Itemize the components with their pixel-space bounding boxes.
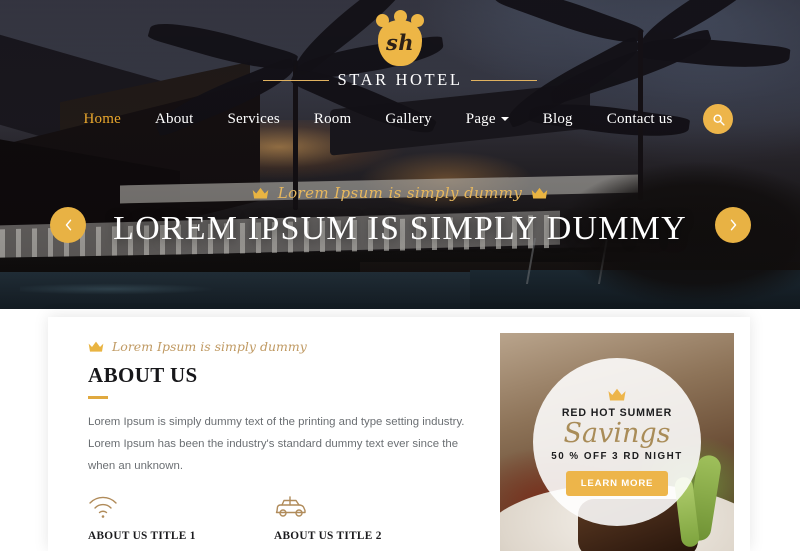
logo-monogram: sh bbox=[385, 30, 415, 55]
chevron-right-icon bbox=[730, 219, 736, 231]
about-body-text: Lorem Ipsum is simply dummy text of the … bbox=[88, 415, 465, 472]
chevron-down-icon bbox=[500, 117, 509, 122]
nav-item-gallery[interactable]: Gallery bbox=[368, 111, 448, 128]
feature-label-2: ABOUT US TITLE 2 bbox=[274, 530, 382, 543]
nav-item-about[interactable]: About bbox=[138, 111, 211, 128]
chevron-left-icon bbox=[65, 219, 71, 231]
promo-offer-text: 50 % OFF 3 RD NIGHT bbox=[551, 451, 683, 463]
search-button[interactable] bbox=[703, 104, 734, 134]
brand-rule-right bbox=[470, 79, 537, 81]
feature-item-2: ABOUT US TITLE 2 bbox=[274, 490, 460, 542]
hero-title: LOREM IPSUM IS SIMPLY DUMMY bbox=[113, 210, 687, 247]
crown-crest-logo-icon: sh bbox=[374, 10, 426, 68]
hero-subtitle-row: Lorem Ipsum is simply dummy bbox=[0, 184, 800, 202]
car-icon bbox=[274, 490, 308, 524]
crown-icon bbox=[531, 187, 548, 198]
nav-item-services[interactable]: Services bbox=[210, 111, 296, 128]
brand-rule-left bbox=[263, 79, 330, 81]
hero-caption: Lorem Ipsum is simply dummy LOREM IPSUM … bbox=[0, 184, 800, 248]
slider-prev-button[interactable] bbox=[50, 207, 86, 243]
about-heading: ABOUT US bbox=[88, 363, 198, 387]
learn-more-button[interactable]: LEARN MORE bbox=[565, 471, 669, 497]
promo-script-title: Savings bbox=[563, 417, 671, 449]
about-us-content: Lorem Ipsum is simply dummy ABOUT US Lor… bbox=[48, 317, 500, 551]
nav-item-home[interactable]: Home bbox=[67, 111, 138, 128]
about-feature-grid: ABOUT US TITLE 1 ABOUT US TITLE 2 bbox=[88, 490, 500, 551]
crown-icon bbox=[252, 187, 269, 198]
crown-icon bbox=[608, 388, 626, 401]
about-heading-underline bbox=[88, 396, 108, 399]
feature-label-1: ABOUT US TITLE 1 bbox=[88, 530, 196, 543]
slider-next-button[interactable] bbox=[715, 207, 751, 243]
search-icon bbox=[713, 113, 725, 126]
promo-circle: RED HOT SUMMER Savings 50 % OFF 3 RD NIG… bbox=[533, 358, 701, 526]
hero-subtitle: Lorem Ipsum is simply dummy bbox=[277, 184, 523, 202]
nav-item-room[interactable]: Room bbox=[297, 111, 368, 128]
crown-icon bbox=[88, 341, 104, 352]
nav-item-page[interactable]: Page bbox=[449, 111, 526, 128]
nav-item-contact-us[interactable]: Contact us bbox=[590, 111, 690, 128]
feature-item-1: ABOUT US TITLE 1 bbox=[88, 490, 274, 542]
promo-banner[interactable]: RED HOT SUMMER Savings 50 % OFF 3 RD NIG… bbox=[500, 333, 734, 551]
hotel-homepage: sh STAR HOTEL Home About Services Room G… bbox=[0, 0, 800, 551]
about-us-card: Lorem Ipsum is simply dummy ABOUT US Lor… bbox=[48, 317, 750, 551]
brand-name: STAR HOTEL bbox=[337, 70, 463, 89]
nav-item-page-label: Page bbox=[465, 110, 496, 127]
wifi-icon bbox=[88, 490, 118, 524]
about-eyebrow-row: Lorem Ipsum is simply dummy bbox=[88, 339, 500, 354]
brand-name-row: STAR HOTEL bbox=[263, 70, 537, 90]
nav-item-blog[interactable]: Blog bbox=[526, 111, 590, 128]
site-logo[interactable]: sh STAR HOTEL bbox=[0, 10, 800, 90]
main-navigation: Home About Services Room Gallery Page Bl… bbox=[0, 104, 800, 134]
about-eyebrow: Lorem Ipsum is simply dummy bbox=[112, 339, 307, 354]
